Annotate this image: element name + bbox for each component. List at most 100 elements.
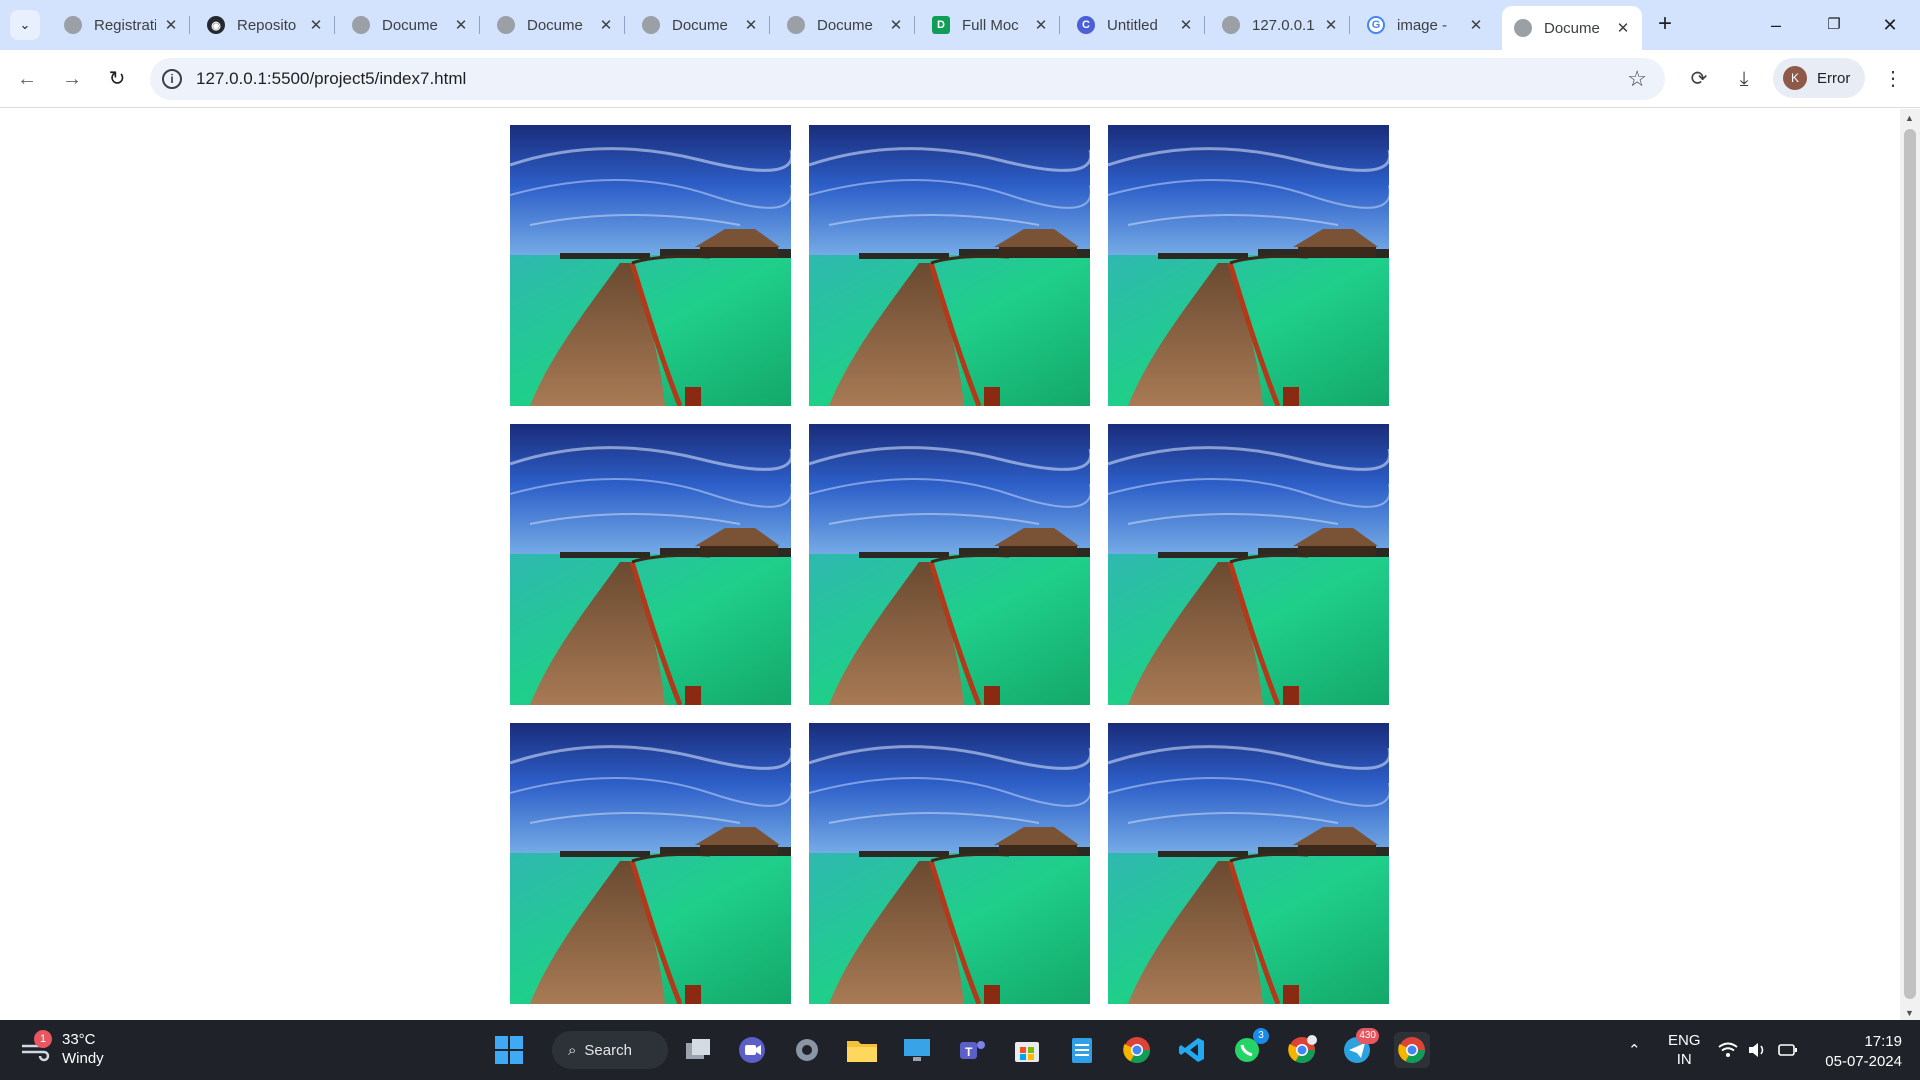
language-indicator[interactable]: ENG IN: [1668, 1020, 1701, 1080]
language-line2: IN: [1676, 1051, 1692, 1068]
chrome-active-icon[interactable]: [1394, 1032, 1430, 1068]
tab-2[interactable]: ◉ Reposito ✕: [195, 8, 335, 42]
tab-title: Docume: [1544, 19, 1600, 37]
tab-strip: ⌄ Registrati ✕ ◉ Reposito ✕ Docume ✕ Doc…: [0, 0, 1920, 50]
tab-title: Full Moc: [962, 16, 1019, 34]
close-window-button[interactable]: ✕: [1866, 10, 1914, 40]
language-line1: ENG: [1668, 1032, 1701, 1049]
gallery-image: [510, 424, 791, 705]
gallery-image: [510, 723, 791, 1004]
whatsapp-badge: 3: [1253, 1028, 1269, 1044]
reload-button[interactable]: ↻: [102, 64, 132, 94]
tab-active[interactable]: Docume ✕: [1502, 6, 1642, 50]
close-icon[interactable]: ✕: [742, 16, 760, 34]
site-info-icon[interactable]: i: [162, 69, 182, 89]
scroll-down-icon[interactable]: ▼: [1905, 1008, 1914, 1018]
teams-icon[interactable]: T: [954, 1032, 990, 1068]
vertical-scrollbar[interactable]: ▲ ▼: [1900, 109, 1920, 1020]
telegram-badge: 430: [1356, 1028, 1379, 1044]
new-tab-button[interactable]: +: [1650, 10, 1680, 40]
url-text[interactable]: 127.0.0.1:5500/project5/index7.html: [196, 69, 466, 89]
close-icon[interactable]: ✕: [1467, 16, 1485, 34]
search-label: Search: [584, 1041, 632, 1059]
globe-icon: [497, 16, 515, 34]
gallery-image: [809, 723, 1090, 1004]
address-bar[interactable]: i 127.0.0.1:5500/project5/index7.html ☆: [150, 58, 1665, 100]
chevron-up-icon: ⌃: [1628, 1042, 1641, 1059]
globe-icon: [64, 16, 82, 34]
menu-icon[interactable]: ⋮: [1878, 64, 1908, 94]
close-icon[interactable]: ✕: [1032, 16, 1050, 34]
tab-1[interactable]: Registrati ✕: [52, 8, 190, 42]
tab-6[interactable]: Docume ✕: [775, 8, 915, 42]
notepad-icon[interactable]: [1064, 1032, 1100, 1068]
battery-icon[interactable]: [1778, 1020, 1798, 1080]
weather-condition: Windy: [62, 1050, 104, 1067]
tab-8[interactable]: C Untitled ✕: [1065, 8, 1205, 42]
meet-icon[interactable]: [734, 1032, 770, 1068]
tab-10[interactable]: G image - ✕: [1355, 8, 1495, 42]
extension-icon[interactable]: ⟳: [1684, 64, 1714, 94]
tab-title: 127.0.0.1: [1252, 16, 1315, 34]
close-icon[interactable]: ✕: [1614, 19, 1632, 37]
tab-7[interactable]: D Full Moc ✕: [920, 8, 1060, 42]
close-icon[interactable]: ✕: [597, 16, 615, 34]
scroll-up-icon[interactable]: ▲: [1905, 113, 1914, 123]
weather-widget[interactable]: 1 33°C Windy: [20, 1030, 104, 1068]
bookmark-star-icon[interactable]: ☆: [1627, 66, 1647, 92]
forward-button[interactable]: →: [57, 64, 87, 94]
remote-desktop-icon[interactable]: [899, 1032, 935, 1068]
show-hidden-icons[interactable]: ⌃: [1628, 1020, 1641, 1080]
close-icon[interactable]: ✕: [307, 16, 325, 34]
tab-3[interactable]: Docume ✕: [340, 8, 480, 42]
doc-icon: D: [932, 16, 950, 34]
telegram-icon[interactable]: 430: [1339, 1028, 1379, 1068]
gallery-image: [809, 125, 1090, 406]
globe-icon: [352, 16, 370, 34]
store-icon[interactable]: [1009, 1032, 1045, 1068]
wind-icon: 1: [20, 1030, 52, 1062]
profile-button[interactable]: K Error: [1773, 58, 1865, 98]
chrome-profile-icon[interactable]: [1284, 1032, 1320, 1068]
page-viewport: [0, 109, 1900, 1020]
scrollbar-thumb[interactable]: [1904, 129, 1916, 999]
weather-temp: 33°C: [62, 1031, 96, 1048]
vscode-icon[interactable]: [1174, 1032, 1210, 1068]
system-clock[interactable]: 17:19 05-07-2024: [1810, 1032, 1902, 1072]
close-icon[interactable]: ✕: [887, 16, 905, 34]
profile-status-label: Error: [1817, 69, 1851, 87]
tab-5[interactable]: Docume ✕: [630, 8, 770, 42]
windows-start-icon[interactable]: [491, 1032, 527, 1068]
download-icon[interactable]: ⤓: [1729, 64, 1759, 94]
settings-gear-icon[interactable]: [789, 1032, 825, 1068]
svg-text:T: T: [965, 1045, 973, 1059]
tab-9[interactable]: 127.0.0.1 ✕: [1210, 8, 1350, 42]
gallery-image: [1108, 424, 1389, 705]
restore-button[interactable]: ❐: [1810, 10, 1858, 40]
canva-icon: C: [1077, 16, 1095, 34]
wifi-icon[interactable]: [1718, 1020, 1738, 1080]
close-icon[interactable]: ✕: [162, 16, 180, 34]
close-icon[interactable]: ✕: [1177, 16, 1195, 34]
volume-icon[interactable]: [1748, 1020, 1768, 1080]
taskbar-search[interactable]: ⌕ Search: [552, 1031, 668, 1069]
close-icon[interactable]: ✕: [1322, 16, 1340, 34]
file-explorer-icon[interactable]: [844, 1032, 880, 1068]
google-icon: G: [1367, 16, 1385, 34]
gallery-image: [809, 424, 1090, 705]
close-icon[interactable]: ✕: [452, 16, 470, 34]
back-button[interactable]: ←: [12, 64, 42, 94]
tab-title: image -: [1397, 16, 1448, 34]
gallery-image: [510, 125, 791, 406]
task-view-icon[interactable]: [680, 1032, 716, 1068]
tab-search-button[interactable]: ⌄: [10, 10, 40, 40]
globe-icon: [787, 16, 805, 34]
image-gallery: [510, 125, 1389, 1004]
chrome-icon[interactable]: [1119, 1032, 1155, 1068]
minimize-button[interactable]: –: [1752, 10, 1800, 40]
whatsapp-icon[interactable]: 3: [1229, 1028, 1269, 1068]
globe-icon: [642, 16, 660, 34]
github-icon: ◉: [207, 16, 225, 34]
tab-title: Docume: [527, 16, 583, 34]
tab-4[interactable]: Docume ✕: [485, 8, 625, 42]
